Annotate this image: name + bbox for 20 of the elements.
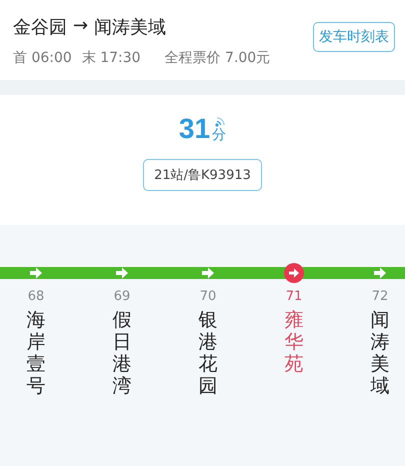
last-bus-time: 末 17:30 [82, 49, 141, 67]
eta-unit: 分 [212, 128, 226, 143]
direction-arrow: → [73, 15, 88, 38]
stop-number: 68 [28, 289, 44, 304]
stop-number: 69 [114, 289, 130, 304]
fare-text: 全程票价 7.00元 [164, 49, 270, 67]
stop-name[interactable]: 银港花园 [198, 310, 218, 398]
stop-name[interactable]: 海岸壹号 [26, 310, 46, 398]
stop-number: 72 [372, 289, 388, 304]
stop-name[interactable]: 闻涛美域 [370, 310, 390, 398]
origin-stop: 金谷园 [13, 16, 67, 39]
stop-name[interactable]: 雍华苑 [284, 310, 304, 376]
stop-name[interactable]: 假日港湾 [112, 310, 132, 398]
stop-number: 71 [286, 289, 302, 304]
bus-info-tag: 21站/鲁K93913 [143, 159, 262, 191]
eta-minutes: 31 [178, 115, 210, 143]
first-bus-time: 首 06:00 [13, 49, 72, 67]
signal-icon [214, 116, 226, 128]
stop-number: 70 [200, 289, 216, 304]
destination-stop: 闻涛美域 [94, 16, 166, 39]
